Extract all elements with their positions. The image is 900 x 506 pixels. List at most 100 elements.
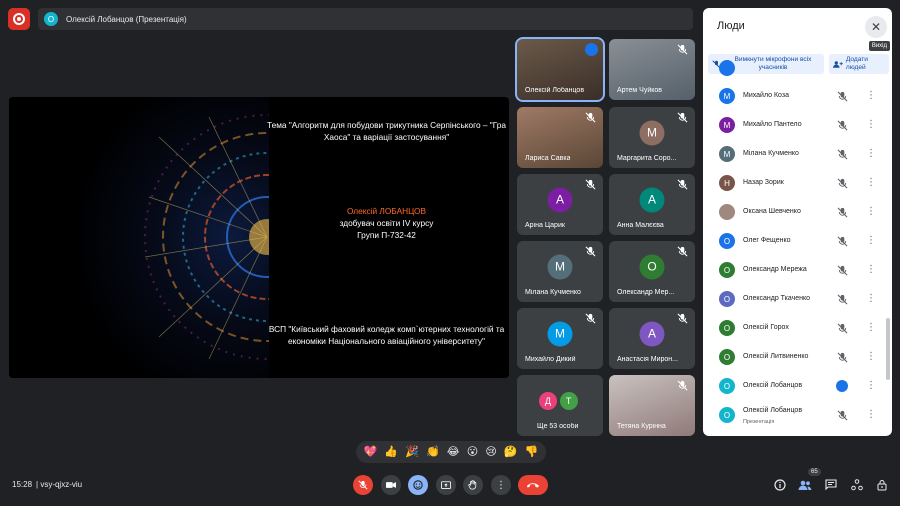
participant-tile[interactable]: М Маргарита Соро...	[609, 107, 695, 168]
recording-icon[interactable]	[8, 8, 30, 30]
close-icon[interactable]: ✕	[865, 16, 887, 38]
tile-name: Тетяна Курінна	[617, 423, 666, 430]
chat-icon[interactable]	[824, 478, 838, 492]
heart-reaction[interactable]: 💖	[364, 446, 378, 458]
mic-off-icon	[837, 236, 848, 247]
more-options-icon[interactable]: ⋮	[866, 322, 876, 333]
sad-reaction[interactable]: 😢	[485, 446, 496, 458]
participant-row[interactable]: О Олег Фещенко ⋮	[703, 227, 886, 256]
participant-tile[interactable]: М Мілана Кучменко	[517, 241, 603, 302]
more-options-icon[interactable]: ⋮	[866, 380, 876, 391]
raise-hand-button[interactable]	[463, 475, 483, 495]
thumbs-down-reaction[interactable]: 👎	[525, 446, 539, 458]
present-screen-icon	[441, 480, 451, 489]
smile-icon	[413, 480, 423, 490]
surprised-reaction[interactable]: 😮	[467, 446, 478, 458]
info-icon[interactable]	[773, 478, 787, 492]
participant-name: Олексій Литвиненко	[743, 353, 809, 360]
more-options-icon[interactable]: ⋮	[866, 177, 876, 188]
mic-off-icon	[677, 246, 688, 257]
people-icon[interactable]	[798, 478, 812, 492]
tile-avatar: А	[639, 321, 665, 347]
clap-reaction[interactable]: 👏	[426, 446, 440, 458]
participant-tile[interactable]: Тетяна Курінна	[609, 375, 695, 436]
party-reaction[interactable]: 🎉	[405, 446, 419, 458]
tile-name: Олексій Лобанцов	[525, 87, 585, 94]
mic-off-icon	[837, 149, 848, 160]
more-participants-tile[interactable]: Д Т Ще 53 особи	[517, 375, 603, 436]
camera-toggle-button[interactable]	[381, 475, 401, 495]
mic-off-icon	[358, 480, 368, 490]
participant-tile[interactable]: Лариса Савка	[517, 107, 603, 168]
participant-row[interactable]: О Олексій Лобанцов ⋮	[703, 372, 886, 401]
tile-avatar: А	[639, 187, 665, 213]
thumbs-up-reaction[interactable]: 👍	[384, 446, 398, 458]
participant-tile[interactable]: Артем Чуйков	[609, 39, 695, 100]
more-options-icon[interactable]: ⋮	[866, 351, 876, 362]
participant-name: Олександр Мережа	[743, 266, 807, 273]
thinking-reaction[interactable]: 🤔	[504, 446, 518, 458]
participant-row[interactable]: М Мілана Кучменко ⋮	[703, 140, 886, 169]
mic-off-icon	[837, 352, 848, 363]
more-options-icon[interactable]: ⋮	[866, 90, 876, 101]
slide-author-group: Групи П-732-42	[357, 230, 416, 240]
leave-call-button[interactable]	[518, 475, 548, 495]
participant-row[interactable]: О Олександр Мережа ⋮	[703, 256, 886, 285]
more-options-icon[interactable]: ⋮	[866, 235, 876, 246]
participant-tile[interactable]: О Олександр Мер...	[609, 241, 695, 302]
participant-tile[interactable]: А Анастасія Мирон...	[609, 308, 695, 369]
mic-off-icon	[677, 380, 688, 391]
mic-off-icon	[585, 179, 596, 190]
participant-row[interactable]: О Олексій Литвиненко ⋮	[703, 343, 886, 372]
participant-tile[interactable]: А Аріна Царик	[517, 174, 603, 235]
mic-off-icon	[677, 112, 688, 123]
participant-avatar: М	[719, 88, 735, 104]
laugh-reaction[interactable]: 😂	[447, 446, 460, 458]
participant-row[interactable]: Н Назар Зорик ⋮	[703, 169, 886, 198]
more-options-icon[interactable]: ⋮	[866, 206, 876, 217]
mic-off-icon	[837, 207, 848, 218]
mic-off-icon	[837, 294, 848, 305]
mic-off-icon	[837, 120, 848, 131]
participant-tile[interactable]: Олексій Лобанцов	[515, 37, 605, 102]
mic-off-icon	[677, 313, 688, 324]
participant-row[interactable]: М Михайло Пантело ⋮	[703, 111, 886, 140]
participant-avatar: Н	[719, 175, 735, 191]
emoji-button[interactable]	[408, 475, 428, 495]
tile-name: Ще 53 особи	[537, 423, 579, 430]
panel-scrollbar[interactable]	[886, 318, 890, 380]
participant-subtitle: Презентація	[743, 419, 775, 425]
presenter-bar: О Олексій Лобанцов (Презентація)	[38, 8, 693, 30]
participant-name: Назар Зорик	[743, 179, 784, 186]
more-options-icon[interactable]: ⋮	[866, 119, 876, 130]
mic-toggle-button[interactable]	[353, 475, 373, 495]
mic-off-icon	[677, 44, 688, 55]
more-options-icon[interactable]: ⋮	[866, 148, 876, 159]
participant-row[interactable]: О Олексій Лобанцов Презентація ⋮	[703, 401, 886, 430]
participant-name: Михайло Пантело	[743, 121, 802, 128]
participant-row[interactable]: О Олексій Горох ⋮	[703, 314, 886, 343]
participant-avatar: О	[719, 407, 735, 423]
participant-row[interactable]: Оксана Шевченко ⋮	[703, 198, 886, 227]
activities-icon[interactable]	[850, 478, 864, 492]
tile-avatar: М	[547, 321, 573, 347]
presenter-avatar: О	[44, 12, 58, 26]
more-options-icon[interactable]: ⋮	[866, 409, 876, 420]
tile-name: Анастасія Мирон...	[617, 356, 678, 363]
participant-tile[interactable]: А Анна Малєєва	[609, 174, 695, 235]
mic-off-icon	[677, 179, 688, 190]
participant-avatar: О	[719, 378, 735, 394]
present-button[interactable]	[436, 475, 456, 495]
participant-row[interactable]: О Олександр Ткаченко ⋮	[703, 285, 886, 314]
host-controls-icon[interactable]	[875, 478, 889, 492]
tile-avatar: Д	[538, 391, 557, 410]
mic-off-icon	[837, 265, 848, 276]
more-options-icon[interactable]: ⋮	[866, 264, 876, 275]
more-options-icon[interactable]: ⋮	[866, 293, 876, 304]
participant-row-partial	[703, 60, 886, 80]
more-options-button[interactable]: ⋮	[491, 475, 511, 495]
slide-topic: Тема "Алгоритм для побудови трикутника С…	[266, 120, 506, 142]
participant-tile[interactable]: М Михайло Дикий	[517, 308, 603, 369]
participant-name: Олександр Ткаченко	[743, 295, 811, 302]
participant-row[interactable]: М Михайло Коза ⋮	[703, 82, 886, 111]
